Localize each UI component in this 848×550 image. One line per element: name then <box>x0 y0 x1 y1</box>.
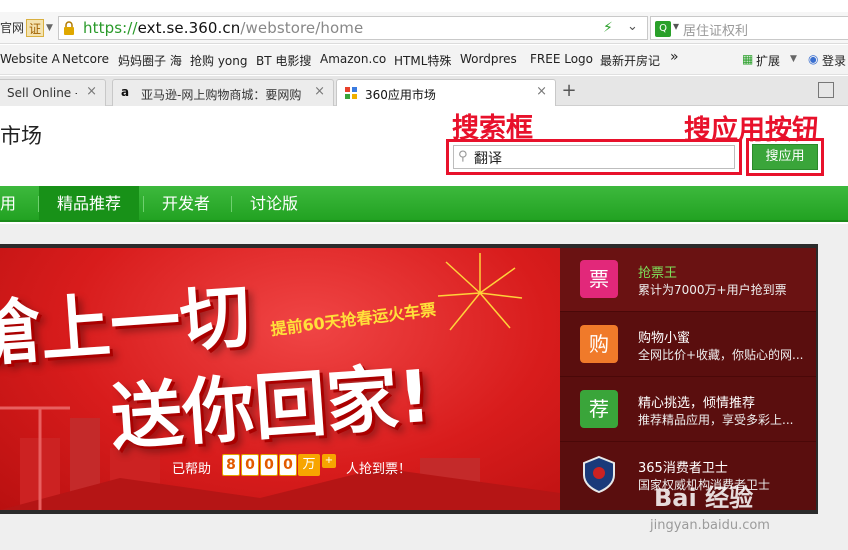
counter-digit: 0 <box>260 454 278 476</box>
firework-image <box>437 253 523 331</box>
search-icon: ⚲ <box>458 149 468 164</box>
tab-label: 360应用市场 <box>365 88 436 102</box>
new-tab-button[interactable]: + <box>558 81 580 103</box>
bookmark-item[interactable]: Website A <box>0 52 60 66</box>
bookmark-item[interactable]: 最新开房记 <box>600 52 660 69</box>
counter-digit: 0 <box>241 454 259 476</box>
extensions-dropdown-icon[interactable]: ▼ <box>790 54 797 64</box>
featured-showcase: 搶上一切 送你回家! 提前60天抢春运火车票 已帮助 8 0 0 0 万 + 人… <box>0 244 818 514</box>
bookmarks-more-icon[interactable]: » <box>670 49 679 65</box>
bookmark-item[interactable]: Netcore <box>62 52 109 66</box>
app-description: 全网比价+收藏，你贴心的网... <box>638 348 804 362</box>
counter-plus: + <box>322 454 336 468</box>
nav-divider <box>231 196 232 212</box>
site-header: 市场 搜索框 搜应用按钮 ⚲ 翻译 搜应用 <box>0 106 848 186</box>
close-icon[interactable]: × <box>536 84 547 99</box>
app-name[interactable]: 365消费者卫士 <box>638 457 728 476</box>
bookmark-item[interactable]: 抢购 yong <box>190 52 247 69</box>
tab-label: Sell Online - <box>7 86 77 100</box>
nav-item-developer[interactable]: 开发者 <box>162 186 210 222</box>
address-url: https://ext.se.360.cn/webstore/home <box>83 19 363 37</box>
address-toolbar: 官网 证 ▼ https://ext.se.360.cn/webstore/ho… <box>0 12 848 44</box>
app-description: 累计为7000万+用户抢到票 <box>638 283 787 297</box>
app-name[interactable]: 抢票王 <box>638 262 677 281</box>
tab-360-webstore[interactable]: 360应用市场 × <box>336 79 556 107</box>
app-search-value[interactable]: 翻译 <box>474 148 502 168</box>
watermark-url: jingyan.baidu.com <box>650 518 770 533</box>
tab-label: 亚马逊-网上购物商城：要网购 <box>141 88 302 102</box>
nav-divider <box>143 196 144 212</box>
bookmark-item[interactable]: Amazon.co <box>320 52 386 66</box>
ticket-icon: 票 <box>580 260 618 298</box>
extensions-button[interactable]: 扩展 <box>756 52 780 69</box>
search-apps-button[interactable]: 搜应用 <box>752 144 818 170</box>
window-top-strip <box>0 0 848 12</box>
nav-item-featured[interactable]: 精品推荐 <box>39 186 140 222</box>
close-icon[interactable]: × <box>314 84 325 99</box>
browser-search-box[interactable]: Q ▾ 居住证权利 <box>650 16 848 40</box>
tab-amazon[interactable]: a 亚马逊-网上购物商城：要网购 × <box>112 79 334 106</box>
address-dropdown-icon[interactable]: ⌄ <box>627 19 638 34</box>
banner-slogan: 提前60天抢春运火车票 <box>269 299 438 340</box>
bookmark-item[interactable]: 妈妈圈子 海 <box>118 52 182 69</box>
list-item[interactable]: 荐 精心挑选，倾情推荐 推荐精品应用，享受多彩上... <box>560 378 816 442</box>
banner-helped-prefix: 已帮助 <box>172 462 212 477</box>
url-domain: ext.se.360.cn <box>137 19 241 37</box>
bookmark-item[interactable]: BT 电影搜 <box>256 52 311 69</box>
tab-list-icon[interactable] <box>818 82 834 98</box>
promo-banner[interactable]: 搶上一切 送你回家! 提前60天抢春运火车票 已帮助 8 0 0 0 万 + 人… <box>0 248 560 510</box>
url-scheme: https:// <box>83 19 138 37</box>
main-nav: 用 精品推荐 开发者 讨论版 <box>0 186 848 222</box>
banner-helped-suffix: 人抢到票！ <box>346 462 412 477</box>
extensions-icon: ▦ <box>742 52 754 66</box>
shopping-bag-icon: 购 <box>580 325 618 363</box>
counter-digit: 0 <box>279 454 297 476</box>
banner-headline-2: 送你回家! <box>107 353 434 461</box>
bookmarks-bar: Website A Netcore 妈妈圈子 海 抢购 yong BT 电影搜 … <box>0 45 848 75</box>
search-engine-dropdown-icon[interactable]: ▾ <box>673 19 679 33</box>
cert-dropdown-icon[interactable]: ▼ <box>46 19 53 37</box>
counter-unit: 万 <box>298 454 320 476</box>
app-search-input[interactable]: ⚲ 翻译 <box>453 145 735 169</box>
lock-icon <box>64 21 74 35</box>
browser-search-input[interactable]: 居住证权利 <box>683 20 748 39</box>
address-bar[interactable]: https://ext.se.360.cn/webstore/home ⚡ ⌄ <box>58 16 648 40</box>
app-name[interactable]: 购物小蜜 <box>638 327 690 346</box>
cert-badge[interactable]: 证 <box>26 19 44 37</box>
list-item[interactable]: 票 抢票王 累计为7000万+用户抢到票 <box>560 248 816 312</box>
list-item[interactable]: 购 购物小蜜 全网比价+收藏，你贴心的网... <box>560 313 816 377</box>
counter-digit: 8 <box>222 454 240 476</box>
site-title: 市场 <box>0 124 42 148</box>
button-highlight-frame: 搜应用 <box>746 138 824 176</box>
search-engine-icon[interactable]: Q <box>655 21 671 37</box>
recommend-icon: 荐 <box>580 390 618 428</box>
shield-icon <box>583 455 615 493</box>
app-description: 推荐精品应用，享受多彩上... <box>638 413 794 427</box>
nav-item-forum[interactable]: 讨论版 <box>250 186 298 222</box>
tab-strip: Sell Online - × a 亚马逊-网上购物商城：要网购 × 360应用… <box>0 76 848 107</box>
user-icon: ◉ <box>808 52 819 66</box>
search-highlight-frame: ⚲ 翻译 <box>446 139 742 175</box>
app-name[interactable]: 精心挑选，倾情推荐 <box>638 392 755 411</box>
login-button[interactable]: 登录 <box>822 52 846 69</box>
nav-item-apps[interactable]: 用 <box>0 186 16 222</box>
bookmark-item[interactable]: HTML特殊 <box>394 52 451 69</box>
official-site-badge: 官网 <box>0 21 25 35</box>
featured-app-list: 票 抢票王 累计为7000万+用户抢到票 购 购物小蜜 全网比价+收藏，你贴心的… <box>560 248 816 510</box>
amazon-icon: a <box>121 85 130 99</box>
watermark-logo: Bai 经验 <box>654 484 754 512</box>
tab-sell-online[interactable]: Sell Online - × <box>0 79 106 106</box>
app-store-icon <box>345 87 357 99</box>
bookmark-item[interactable]: Wordpres <box>460 52 517 66</box>
close-icon[interactable]: × <box>86 84 97 99</box>
bookmark-item[interactable]: FREE Logo <box>530 52 593 66</box>
speed-mode-icon[interactable]: ⚡ <box>603 20 613 36</box>
url-path: /webstore/home <box>240 19 364 37</box>
